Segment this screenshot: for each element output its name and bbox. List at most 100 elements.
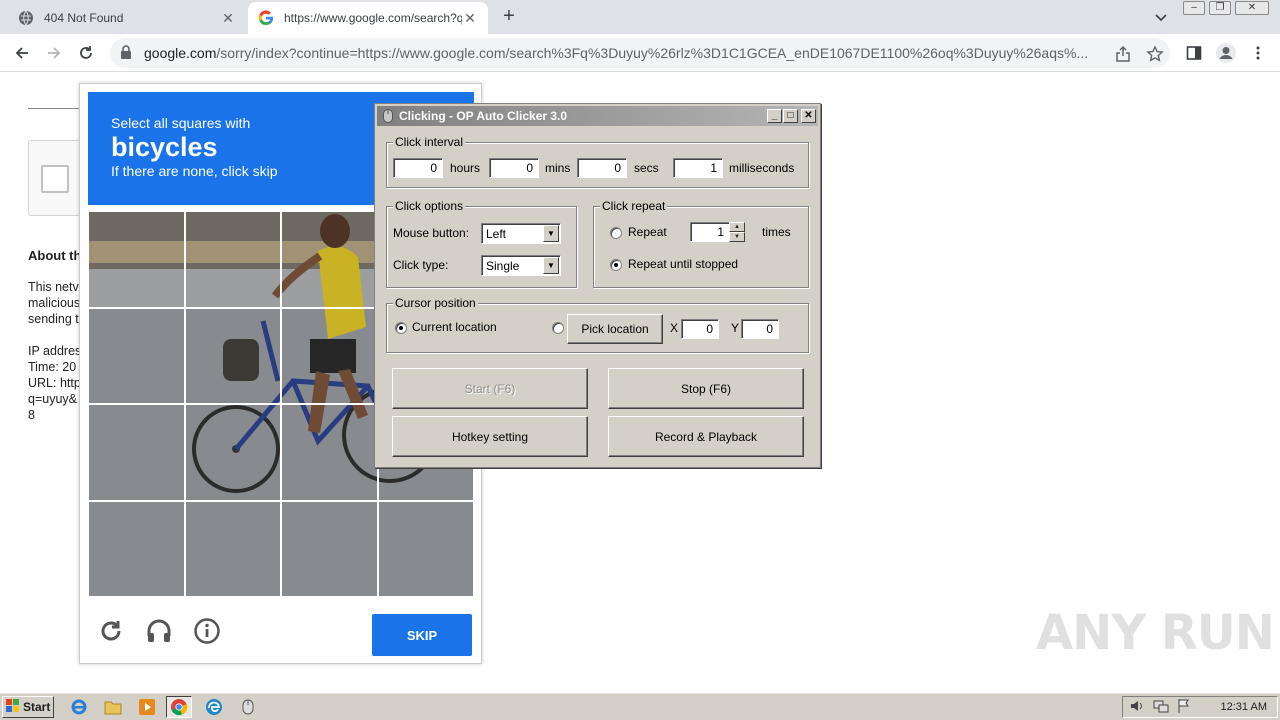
image-tile[interactable] [88,307,185,404]
side-panel-button[interactable] [1182,41,1206,65]
avatar-icon [1216,43,1236,63]
reload-button[interactable] [74,41,98,65]
spin-up-icon[interactable]: ▲ [729,222,745,232]
image-tile[interactable] [281,307,378,404]
browser-toolbar: google.com/sorry/index?continue=https://… [0,34,1280,72]
recaptcha-checkbox[interactable] [41,165,69,193]
url-host: google.com [144,45,217,61]
profile-button[interactable] [1214,41,1238,65]
repeat-until-stopped-radio[interactable] [610,259,622,271]
auto-clicker-taskbar-icon[interactable] [235,696,261,718]
image-tile[interactable] [88,500,185,597]
hotkey-setting-button[interactable]: Hotkey setting [392,416,588,457]
anyrun-watermark: ANY RUN [1036,605,1275,661]
tab-404-not-found[interactable]: 404 Not Found ✕ [8,2,246,34]
chrome-icon[interactable] [166,696,192,718]
cursor-position-group: Cursor position Current location Pick lo… [386,296,809,353]
start-button[interactable]: Start [2,696,54,718]
tab-title: https://www.google.com/search?q= [284,11,462,25]
close-button[interactable]: ✕ [801,109,816,123]
click-options-group: Click options Mouse button: Left ▼ Click… [386,199,577,288]
image-tile[interactable] [377,500,474,597]
click-type-label: Click type: [393,258,449,272]
media-player-icon[interactable] [134,696,160,718]
hours-label: hours [450,161,481,175]
image-tile[interactable] [184,307,281,404]
image-tile[interactable] [184,211,281,308]
network-icon[interactable] [1153,698,1169,717]
start-button[interactable]: Start (F6) [392,368,588,409]
image-tile[interactable] [88,211,185,308]
about-heading: About th [28,248,82,263]
milliseconds-input[interactable]: 1 [673,158,723,178]
clock: 12:31 AM [1220,701,1267,713]
x-coordinate-input[interactable]: 0 [681,319,719,339]
close-tab-icon[interactable]: ✕ [220,10,236,27]
group-label: Cursor position [393,296,478,310]
auto-clicker-window: Clicking - OP Auto Clicker 3.0 _ □ ✕ Cli… [374,103,821,468]
back-button[interactable] [10,41,34,65]
chevron-down-icon[interactable] [1152,8,1170,26]
restore-window-button[interactable]: ❐ [1209,1,1231,15]
maximize-button[interactable]: □ [783,109,798,123]
dropdown-arrow-icon[interactable]: ▼ [543,225,559,242]
current-location-radio[interactable] [395,322,407,334]
tab-google-search[interactable]: https://www.google.com/search?q= ✕ [248,2,488,34]
minimize-window-button[interactable]: – [1183,1,1205,15]
edge-icon[interactable] [201,696,227,718]
close-window-button[interactable]: ✕ [1235,1,1269,15]
url-text[interactable]: google.com/sorry/index?continue=https://… [144,45,1109,61]
skip-button[interactable]: SKIP [372,614,472,656]
minimize-button[interactable]: _ [767,109,782,123]
more-vert-icon [1256,46,1260,60]
record-playback-button[interactable]: Record & Playback [608,416,804,457]
dropdown-arrow-icon[interactable]: ▼ [543,257,559,274]
pick-location-radio[interactable] [552,322,564,334]
globe-icon [18,10,34,26]
image-tile[interactable] [184,404,281,501]
hours-input[interactable]: 0 [393,158,443,178]
system-tray: 12:31 AM [1122,696,1278,718]
forward-button[interactable] [42,41,66,65]
click-type-select[interactable]: Single ▼ [481,255,561,276]
file-explorer-icon[interactable] [100,696,126,718]
share-icon[interactable] [1114,45,1132,63]
image-tile[interactable] [281,211,378,308]
page-text-line: q=uyuy& [28,392,77,406]
click-repeat-group: Click repeat Repeat 1 ▲ ▼ times Repeat un… [593,199,809,288]
pick-location-button[interactable]: Pick location [567,314,663,344]
bookmark-star-icon[interactable] [1146,45,1164,63]
taskbar: Start 12:31 AM [0,692,1280,720]
internet-explorer-icon[interactable] [66,696,92,718]
flag-icon[interactable] [1177,698,1191,717]
repeat-count-input[interactable]: 1 [690,222,730,242]
menu-button[interactable] [1246,41,1270,65]
challenge-footer: SKIP [88,604,474,664]
image-tile[interactable] [281,404,378,501]
repeat-spinner[interactable]: ▲ ▼ [729,222,745,242]
group-label: Click interval [393,135,466,149]
mouse-button-value: Left [486,227,507,241]
close-tab-icon[interactable]: ✕ [462,10,478,27]
image-tile[interactable] [281,500,378,597]
secs-input[interactable]: 0 [577,158,627,178]
tab-title: 404 Not Found [44,11,124,25]
mouse-button-select[interactable]: Left ▼ [481,223,561,244]
new-tab-button[interactable]: + [498,6,520,28]
image-tile[interactable] [88,404,185,501]
volume-icon[interactable] [1129,698,1145,717]
repeat-radio[interactable] [610,227,622,239]
spin-down-icon[interactable]: ▼ [729,232,745,242]
reload-challenge-icon[interactable] [96,616,126,646]
window-titlebar[interactable]: Clicking - OP Auto Clicker 3.0 _ □ ✕ [377,106,818,126]
image-tile[interactable] [184,500,281,597]
info-icon[interactable] [192,616,222,646]
address-bar[interactable]: google.com/sorry/index?continue=https://… [110,38,1170,68]
mins-input[interactable]: 0 [489,158,539,178]
secs-label: secs [634,161,659,175]
y-coordinate-input[interactable]: 0 [741,319,779,339]
headphones-icon[interactable] [144,616,174,646]
lock-icon[interactable] [120,44,134,62]
x-label: X [670,321,679,335]
stop-button[interactable]: Stop (F6) [608,368,804,409]
